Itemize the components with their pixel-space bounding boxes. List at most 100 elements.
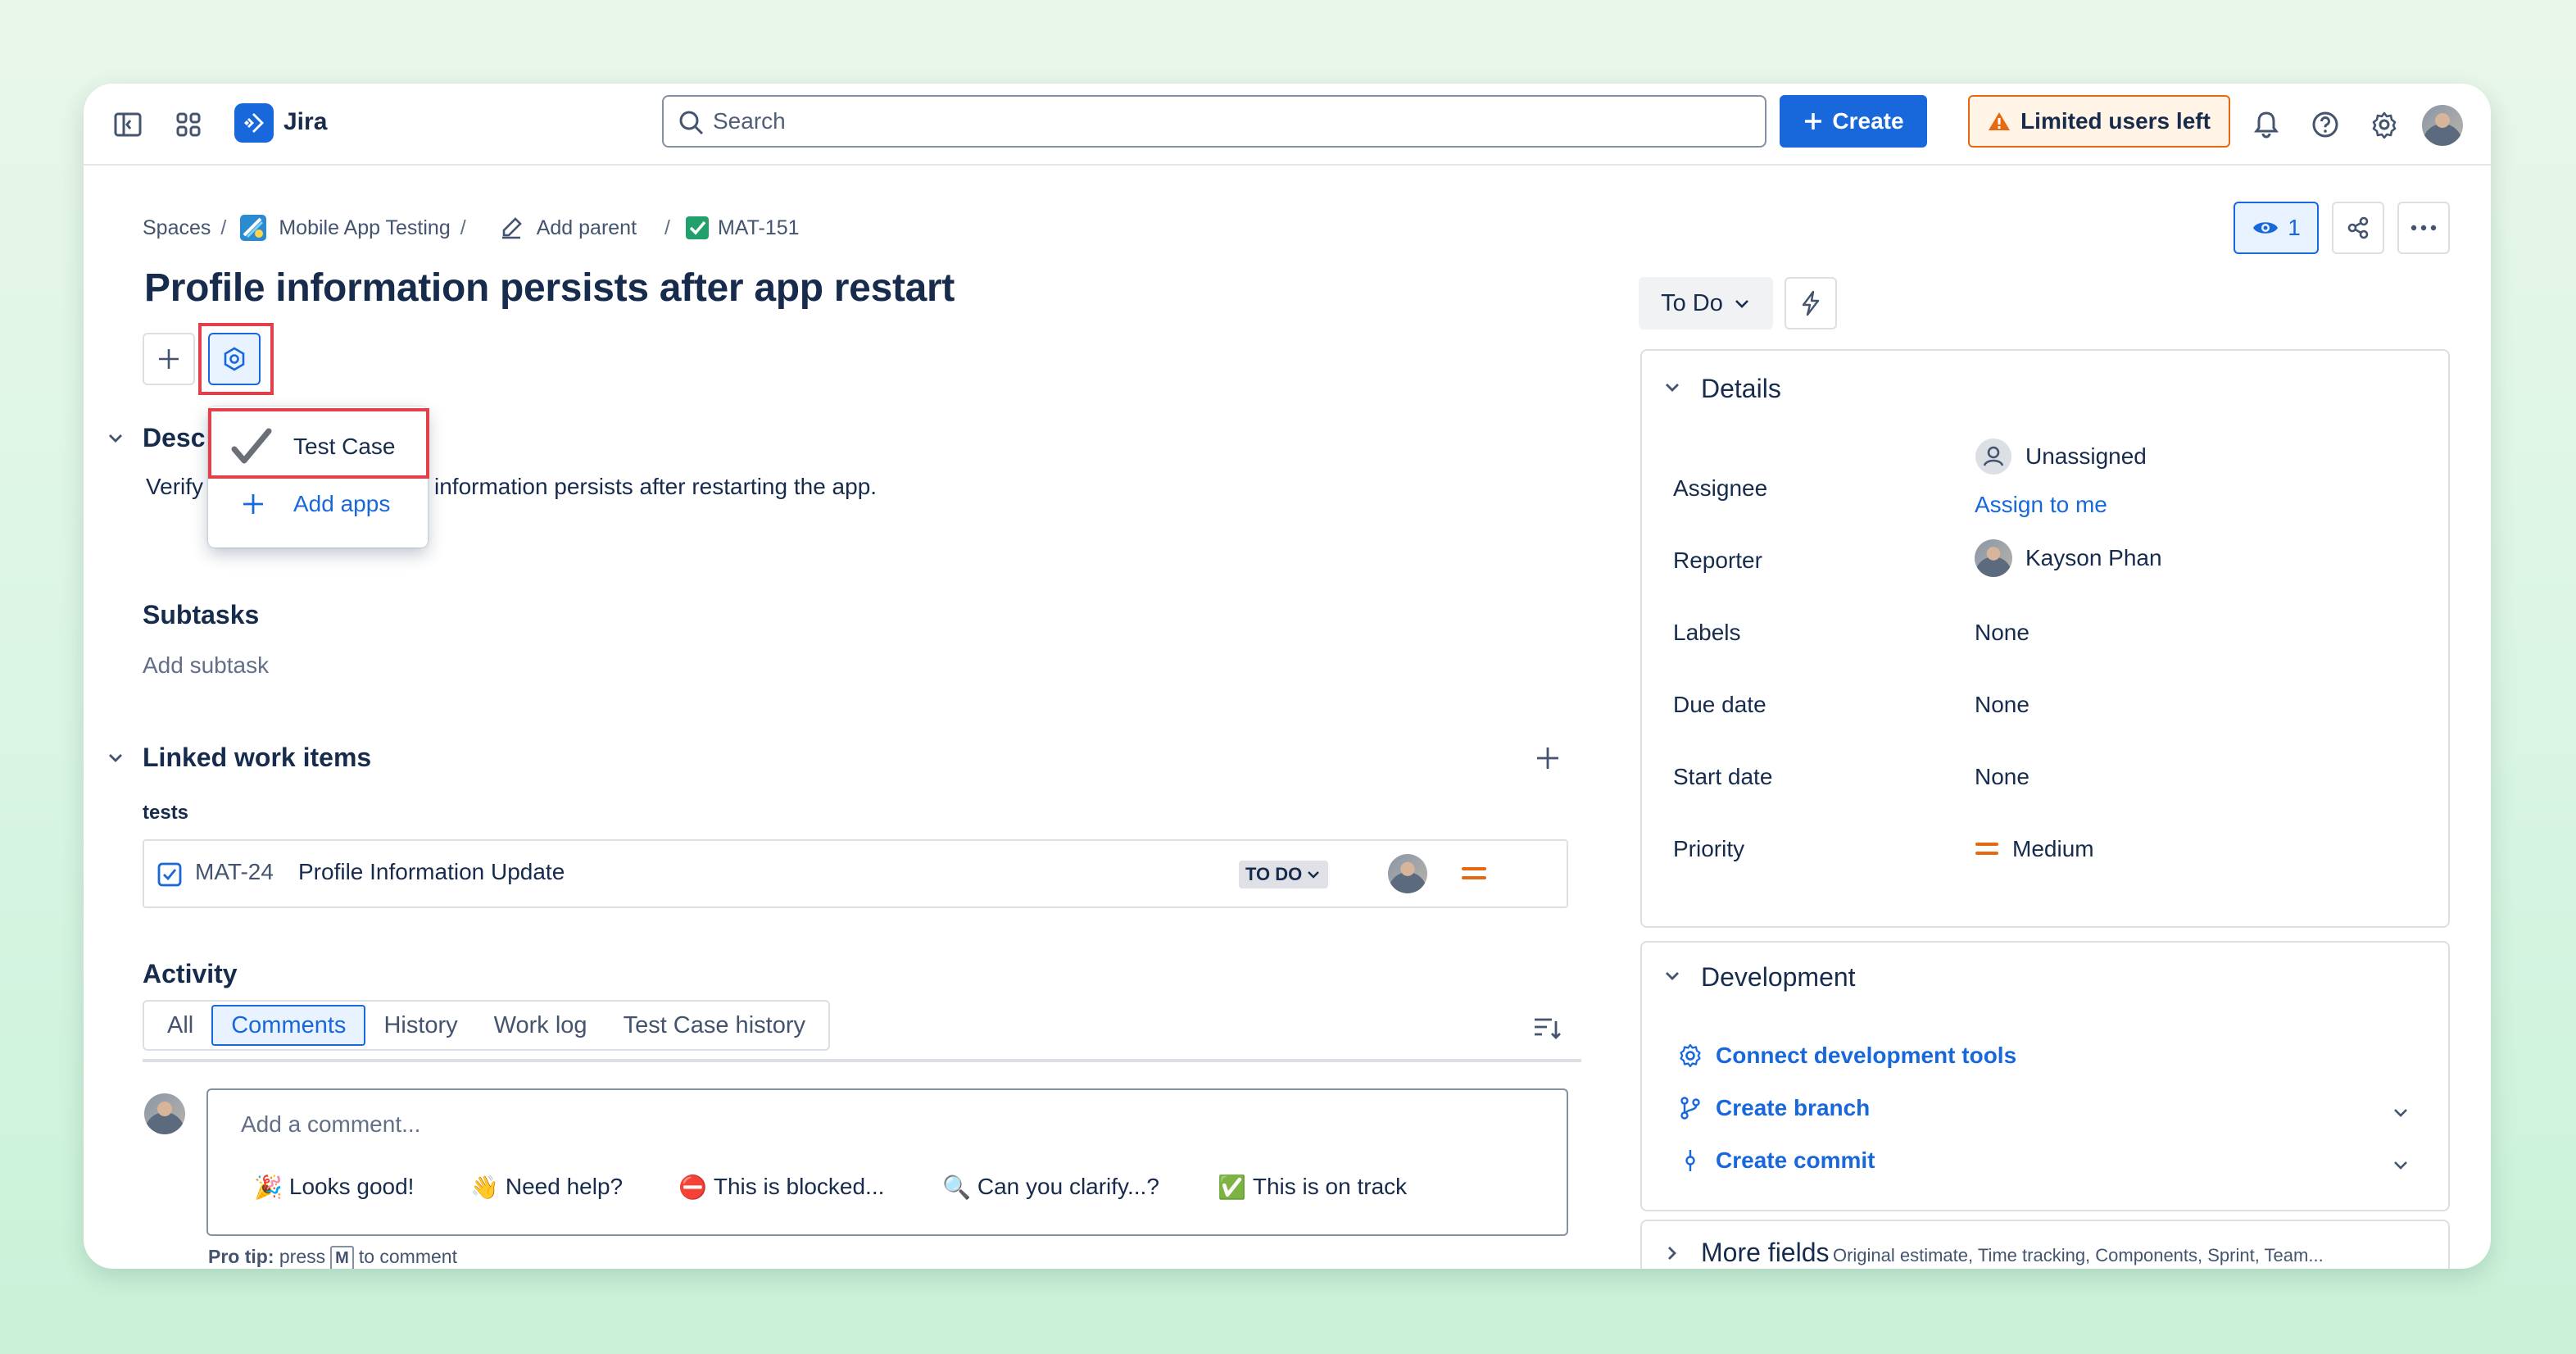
search-icon bbox=[679, 111, 704, 135]
tab-all[interactable]: All bbox=[149, 1005, 211, 1046]
create-button[interactable]: Create bbox=[1780, 95, 1927, 148]
chevron-down-icon[interactable] bbox=[1660, 964, 1685, 988]
tab-comments[interactable]: Comments bbox=[211, 1005, 366, 1046]
due-date-label: Due date bbox=[1673, 692, 1766, 717]
linked-item-key[interactable]: MAT-24 bbox=[195, 859, 274, 885]
quick-reply-label: Looks good! bbox=[288, 1174, 415, 1199]
chevron-down-icon[interactable] bbox=[1660, 375, 1685, 400]
linked-item-row[interactable]: MAT-24 Profile Information Update TO DO bbox=[143, 839, 1568, 908]
commit-icon bbox=[1685, 1150, 1695, 1171]
share-button[interactable] bbox=[2332, 202, 2384, 254]
chevron-right-icon bbox=[1668, 1247, 1676, 1260]
breadcrumb-separator: / bbox=[664, 216, 670, 239]
breadcrumb: Spaces / Mobile App Testing / Add parent… bbox=[143, 211, 800, 244]
user-avatar[interactable] bbox=[2422, 105, 2463, 146]
more-fields-panel[interactable]: More fields Original estimate, Time trac… bbox=[1640, 1220, 2450, 1269]
breadcrumb-issue-key[interactable]: MAT-151 bbox=[718, 216, 800, 240]
issue-title[interactable]: Profile information persists after app r… bbox=[144, 266, 955, 311]
assignee-value[interactable]: Unassigned bbox=[1975, 438, 2147, 475]
plus-icon bbox=[243, 494, 263, 514]
chevron-down-icon[interactable] bbox=[2389, 1154, 2412, 1177]
tab-work-log[interactable]: Work log bbox=[476, 1005, 605, 1046]
limited-users-label: Limited users left bbox=[2020, 108, 2211, 134]
status-dropdown[interactable]: To Do bbox=[1639, 277, 1773, 329]
quick-reply-label: This is on track bbox=[1252, 1174, 1408, 1199]
watchers-count: 1 bbox=[2288, 215, 2301, 240]
sidebar-toggle-icon[interactable] bbox=[108, 105, 147, 144]
tab-test-case-history[interactable]: Test Case history bbox=[605, 1005, 823, 1046]
help-icon[interactable] bbox=[2306, 105, 2345, 144]
jira-logo-icon[interactable] bbox=[234, 103, 274, 143]
create-commit-link[interactable]: Create commit bbox=[1678, 1147, 1875, 1174]
bell-icon[interactable] bbox=[2247, 105, 2286, 144]
breadcrumb-spaces[interactable]: Spaces bbox=[143, 216, 211, 240]
keyboard-key: M bbox=[330, 1246, 354, 1269]
chevron-down-icon[interactable] bbox=[103, 746, 128, 770]
warning-icon bbox=[1989, 112, 2011, 130]
linked-item-status[interactable]: TO DO bbox=[1239, 861, 1329, 888]
app-switcher-icon[interactable] bbox=[169, 105, 208, 144]
priority-value[interactable]: Medium bbox=[1975, 836, 2094, 862]
breadcrumb-separator: / bbox=[460, 216, 466, 239]
start-date-label: Start date bbox=[1673, 764, 1773, 789]
chevron-down-icon[interactable] bbox=[2389, 1102, 2412, 1125]
priority-medium-icon bbox=[1462, 867, 1486, 879]
dev-item-label: Create commit bbox=[1716, 1147, 1875, 1173]
breadcrumb-add-parent[interactable]: Add parent bbox=[537, 216, 637, 240]
reporter-value[interactable]: Kayson Phan bbox=[1975, 539, 2162, 577]
more-dots-icon bbox=[2410, 225, 2437, 231]
quick-reply-on-track[interactable]: ✅ This is on track bbox=[1218, 1170, 1407, 1203]
add-link-plus-icon[interactable] bbox=[1534, 744, 1562, 772]
start-date-value[interactable]: None bbox=[1975, 764, 2030, 790]
quick-reply-label: Can you clarify...? bbox=[977, 1174, 1159, 1199]
assign-to-me-link[interactable]: Assign to me bbox=[1975, 492, 2107, 518]
priority-name: Medium bbox=[2012, 836, 2094, 861]
pro-tip-text: to comment bbox=[358, 1246, 457, 1267]
add-button[interactable] bbox=[143, 333, 195, 385]
sort-icon[interactable] bbox=[1532, 1015, 1562, 1043]
quick-reply-need-help[interactable]: 👋 Need help? bbox=[470, 1170, 623, 1203]
linked-item-summary[interactable]: Profile Information Update bbox=[298, 859, 565, 885]
more-actions-button[interactable] bbox=[2397, 202, 2450, 254]
description-heading: Desc bbox=[143, 423, 206, 452]
test-case-type-icon bbox=[683, 214, 711, 242]
details-panel: Details Assignee Unassigned Assign to me… bbox=[1640, 349, 2450, 928]
watch-button[interactable]: 1 bbox=[2234, 202, 2319, 254]
automation-button[interactable] bbox=[1785, 277, 1837, 329]
linked-item-avatar[interactable] bbox=[1388, 854, 1427, 893]
quick-reply-clarify[interactable]: 🔍 Can you clarify...? bbox=[942, 1170, 1159, 1203]
due-date-value[interactable]: None bbox=[1975, 692, 2030, 718]
comment-editor[interactable]: Add a comment... 🎉 Looks good! 👋 Need help… bbox=[206, 1088, 1568, 1236]
branch-icon bbox=[1680, 1097, 1700, 1120]
reporter-name: Kayson Phan bbox=[2025, 545, 2162, 570]
create-branch-link[interactable]: Create branch bbox=[1678, 1095, 1870, 1121]
chevron-down-icon bbox=[1735, 300, 1748, 308]
quick-reply-label: Need help? bbox=[505, 1174, 624, 1199]
party-icon: 🎉 bbox=[254, 1174, 283, 1200]
breadcrumb-project[interactable]: Mobile App Testing bbox=[279, 216, 450, 240]
description-text-start[interactable]: Verify bbox=[146, 474, 203, 500]
app-name[interactable]: Jira bbox=[283, 108, 327, 136]
search-placeholder: Search bbox=[713, 108, 786, 134]
quick-reply-blocked[interactable]: ⛔ This is blocked... bbox=[678, 1170, 884, 1203]
link-relation-label: tests bbox=[143, 802, 189, 824]
assignee-label: Assignee bbox=[1673, 475, 1768, 501]
connect-dev-tools-link[interactable]: Connect development tools bbox=[1678, 1043, 2016, 1069]
menu-item-label: Add apps bbox=[293, 491, 391, 516]
top-navigation-bar: Jira Search Create Limited users left bbox=[84, 84, 2491, 166]
project-icon bbox=[239, 214, 267, 242]
search-input[interactable]: Search bbox=[662, 95, 1766, 148]
limited-users-button[interactable]: Limited users left bbox=[1968, 95, 2230, 148]
gear-icon[interactable] bbox=[2365, 105, 2404, 144]
gear-icon bbox=[1680, 1043, 1701, 1068]
tab-history[interactable]: History bbox=[365, 1005, 475, 1046]
labels-value[interactable]: None bbox=[1975, 620, 2030, 646]
labels-label: Labels bbox=[1673, 620, 1741, 645]
description-text-end[interactable]: information persists after restarting th… bbox=[434, 474, 877, 500]
priority-label: Priority bbox=[1673, 836, 1745, 861]
add-subtask-link[interactable]: Add subtask bbox=[143, 652, 269, 679]
magnifier-icon: 🔍 bbox=[942, 1174, 971, 1200]
menu-item-add-apps[interactable]: Add apps bbox=[208, 475, 428, 533]
chevron-down-icon[interactable] bbox=[103, 426, 128, 451]
quick-reply-looks-good[interactable]: 🎉 Looks good! bbox=[254, 1170, 414, 1203]
